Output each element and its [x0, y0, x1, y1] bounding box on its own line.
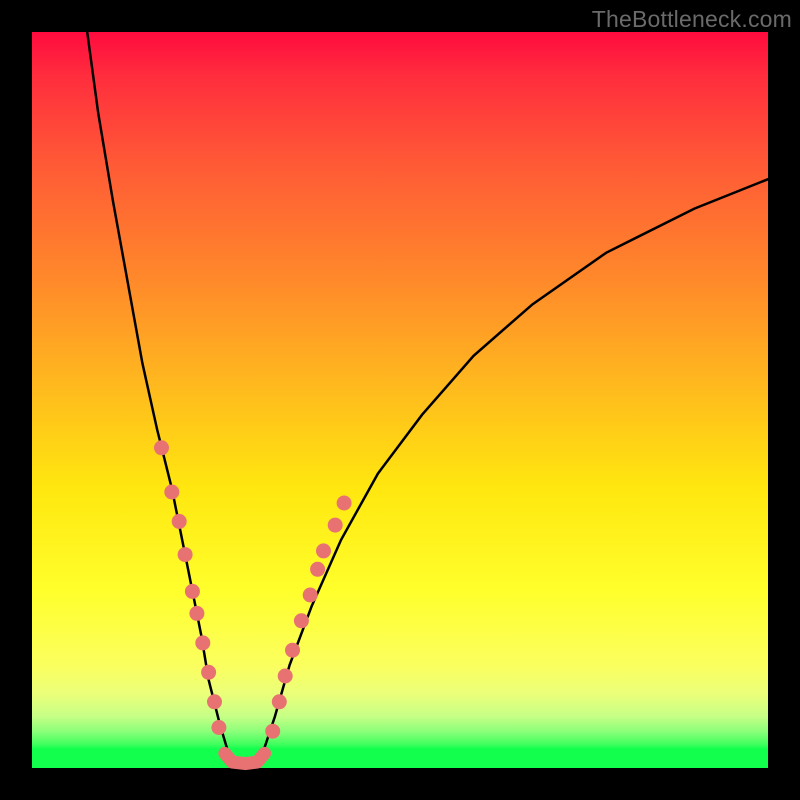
- chart-frame: TheBottleneck.com: [0, 0, 800, 800]
- watermark-label: TheBottleneck.com: [592, 6, 792, 33]
- plot-area: [32, 32, 768, 768]
